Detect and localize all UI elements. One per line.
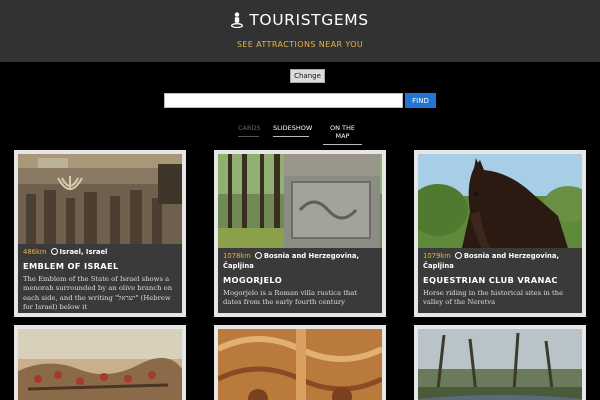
card-meta: 486km Israel, Israel (18, 244, 182, 257)
attraction-photo (18, 329, 182, 400)
attraction-photo (418, 329, 582, 400)
card-description: Mogorjelo is a Roman villa rustica that … (223, 289, 358, 307)
app-title: TOURISTGEMS (249, 11, 369, 29)
location-pin-icon (454, 252, 462, 259)
attraction-photo (418, 154, 582, 248)
tagline: SEE ATTRACTIONS NEAR YOU (236, 40, 364, 49)
attraction-card[interactable] (414, 325, 586, 400)
card-meta: 1078km Bosnia and Herzegovina, Čapljina (218, 248, 382, 271)
attraction-card[interactable] (214, 325, 386, 400)
tab-slideshow[interactable]: SLIDESHOW (273, 124, 312, 137)
card-description: Horse riding in the historical sites in … (423, 289, 564, 307)
location-pin-icon (50, 248, 58, 255)
card-distance: 1079km (423, 252, 451, 260)
tab-on-the-map[interactable]: ON THE MAP (323, 124, 362, 145)
change-location-button[interactable]: Change (290, 69, 325, 83)
person-pin-icon (231, 12, 244, 28)
attraction-photo (218, 329, 382, 400)
card-distance: 486km (23, 248, 47, 256)
attraction-photo (18, 154, 182, 244)
attraction-photo (218, 154, 382, 248)
card-description: The Emblem of the State of Israel shows … (23, 275, 173, 311)
attraction-card[interactable]: 486km Israel, Israel EMBLEM OF ISRAEL The… (14, 150, 186, 317)
card-title: EQUESTRIAN CLUB VRANAC (423, 275, 558, 285)
card-location: Israel, Israel (59, 248, 108, 256)
card-title: EMBLEM OF ISRAEL (23, 261, 119, 271)
attraction-card[interactable]: 1079km Bosnia and Herzegovina, Čapljina E… (414, 150, 586, 317)
card-distance: 1078km (223, 252, 251, 260)
app-header: TOURISTGEMS SEE ATTRACTIONS NEAR YOU (0, 0, 600, 62)
brand[interactable]: TOURISTGEMS (0, 11, 600, 29)
tab-cards[interactable]: CARDS (238, 124, 261, 137)
card-title: MOGORJELO (223, 275, 283, 285)
card-meta: 1079km Bosnia and Herzegovina, Čapljina (418, 248, 582, 271)
find-button[interactable]: FIND (405, 93, 436, 108)
location-pin-icon (254, 252, 262, 259)
search-input[interactable] (164, 93, 403, 108)
attraction-card[interactable]: 1078km Bosnia and Herzegovina, Čapljina M… (214, 150, 386, 317)
attraction-card[interactable] (14, 325, 186, 400)
